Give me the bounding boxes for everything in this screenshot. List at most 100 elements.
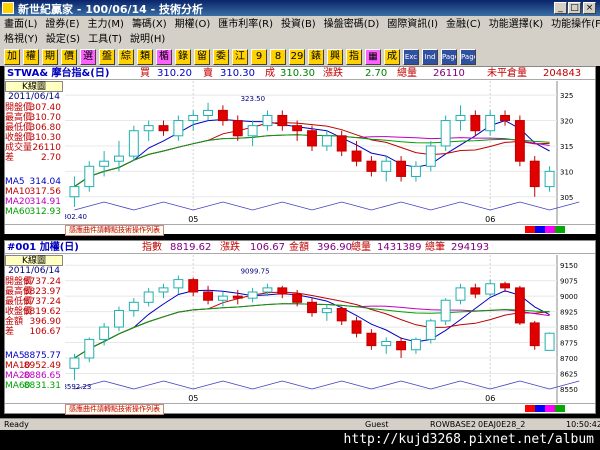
candle-down — [396, 341, 407, 351]
ma-row-ma60: MA60 8831.31 — [5, 381, 63, 391]
menu-item-row1-7[interactable]: 操盤密碼(D) — [324, 17, 380, 32]
candle-down — [232, 120, 243, 137]
toolbar-button-17[interactable]: 興 — [327, 49, 343, 65]
toolbar-button-4[interactable]: 選 — [80, 49, 96, 65]
menu-item-row1-1[interactable]: 證券(E) — [45, 17, 79, 32]
toolbar-button-23[interactable]: Page — [441, 49, 457, 65]
toolbar-button-12[interactable]: 江 — [232, 49, 248, 65]
menu-item-row1-9[interactable]: 金融(C) — [446, 17, 481, 32]
menu-item-row1-3[interactable]: 籌碼(X) — [132, 17, 167, 32]
toolbar-button-0[interactable]: 加 — [4, 49, 20, 65]
x-tick-label: 06 — [485, 215, 495, 224]
candle-up — [425, 320, 436, 340]
quote-row-label: 最低價 — [5, 123, 33, 133]
menu-item-row1-11[interactable]: 功能操作(F) — [551, 17, 600, 32]
toolbar-button-16[interactable]: 錶 — [308, 49, 324, 65]
toolbar-button-20[interactable]: 成 — [384, 49, 400, 65]
candle-down — [514, 120, 525, 162]
toolbar-button-7[interactable]: 類 — [137, 49, 153, 65]
menu-item-row2-3[interactable]: 說明(H) — [130, 32, 165, 47]
quote-row-label: 金額 — [5, 317, 24, 327]
toolbar-button-11[interactable]: 委 — [213, 49, 229, 65]
ma-value: 314.91 — [29, 197, 62, 207]
toolbar-button-3[interactable]: 價 — [61, 49, 77, 65]
toolbar-button-19[interactable]: ▦ — [365, 49, 381, 65]
change-label: 漲跌 — [220, 242, 240, 253]
candle-down — [217, 109, 228, 122]
close-button[interactable]: × — [583, 2, 596, 14]
menu-item-row1-10[interactable]: 功能選擇(K) — [489, 17, 543, 32]
candle-up — [262, 114, 273, 127]
quote-bar-index: #001 加權(日) 指數 8819.62 漲跌 106.67 金額 396.9… — [5, 241, 595, 254]
candle-down — [529, 160, 540, 188]
quote-row-value: 8823.97 — [23, 287, 61, 297]
menu-item-row2-0[interactable]: 格視(Y) — [4, 32, 38, 47]
y-tick-label: 9075 — [560, 278, 578, 286]
menu-item-row1-6[interactable]: 投資(B) — [281, 17, 316, 32]
toolbar-button-9[interactable]: 錄 — [175, 49, 191, 65]
candle-up — [143, 291, 154, 303]
quote-row: 開盤價 8737.24 — [5, 277, 63, 287]
color-legend — [525, 405, 565, 412]
kline-header: K線圖 — [5, 255, 63, 266]
y-tick-label: 9150 — [560, 262, 578, 270]
toolbar-button-18[interactable]: 指 — [346, 49, 362, 65]
candle-down — [292, 293, 303, 303]
candle-up — [410, 338, 421, 351]
toolbar-button-2[interactable]: 期 — [42, 49, 58, 65]
menu-item-row2-1[interactable]: 設定(S) — [46, 32, 80, 47]
candle-down — [351, 150, 362, 162]
index-label: 指數 — [142, 242, 162, 253]
candle-up — [158, 287, 169, 293]
ma-label: MA5 — [5, 177, 25, 187]
ma-value: 312.93 — [29, 207, 62, 217]
toolbar-button-13[interactable]: 9 — [251, 49, 267, 65]
candle-up — [321, 135, 332, 147]
menu-item-row1-0[interactable]: 畫面(L) — [4, 17, 37, 32]
chart-background — [65, 255, 595, 403]
toolbar-button-14[interactable]: 8 — [270, 49, 286, 65]
candle-up — [381, 341, 392, 347]
menu-item-row1-5[interactable]: 匯市利率(R) — [218, 17, 273, 32]
toolbar-button-1[interactable]: 權 — [23, 49, 39, 65]
toolbar-button-5[interactable]: 盤 — [99, 49, 115, 65]
candlestick-chart-futures[interactable]: 325 320 315 310 305 05 06 323.50 302.40 — [65, 81, 595, 224]
y-tick-label: 8625 — [560, 370, 578, 378]
ma-label: MA20 — [5, 197, 31, 207]
candle-up — [188, 114, 199, 122]
candle-down — [232, 295, 243, 299]
quote-row-label: 收盤價 — [5, 133, 33, 143]
quote-row-label: 差 — [5, 327, 15, 337]
menu-item-row1-2[interactable]: 主力(M) — [88, 17, 124, 32]
toolbar-button-24[interactable]: Page — [460, 49, 476, 65]
minimize-button[interactable]: _ — [554, 2, 567, 14]
quote-row-value: 306.80 — [29, 123, 62, 133]
toolbar-button-22[interactable]: Ind — [422, 49, 438, 65]
color-legend — [525, 226, 565, 233]
ma-row-ma20: MA20 314.91 — [5, 197, 63, 207]
candlestick-chart-index[interactable]: 9150 9075 9000 8925 8850 8775 8700 8625 8550 05 06… — [65, 255, 595, 403]
quote-bar-futures: STWA& 摩台指&(日) 買 310.20 賣 310.30 成 310.30… — [5, 67, 595, 80]
toolbar-button-8[interactable]: 楯 — [156, 49, 172, 65]
toolbar-button-15[interactable]: 29 — [289, 49, 305, 65]
toolbar-button-6[interactable]: 綜 — [118, 49, 134, 65]
candle-up — [143, 125, 154, 132]
menu-item-row1-8[interactable]: 國際資訊(I) — [387, 17, 438, 32]
quote-row-value: 307.40 — [29, 103, 62, 113]
ma-value: 317.56 — [29, 187, 62, 197]
candle-up — [99, 326, 110, 340]
toolbar-button-21[interactable]: Exc — [403, 49, 419, 65]
buy-label: 買 — [140, 68, 150, 79]
menu-item-row1-4[interactable]: 期權(O) — [175, 17, 211, 32]
candle-up — [247, 291, 258, 299]
chart-footer-futures: 感應曲件請轉點技術操作列表 — [5, 224, 595, 236]
candle-up — [410, 165, 421, 177]
toolbar-button-10[interactable]: 留 — [194, 49, 210, 65]
quote-row-label: 最高價 — [5, 113, 33, 123]
menu-item-row2-2[interactable]: 工具(T) — [88, 32, 122, 47]
status-host: ROWBASE2 — [430, 420, 476, 429]
quote-row: 金額 396.90 — [5, 317, 63, 327]
maximize-button[interactable]: □ — [568, 2, 581, 14]
chart-panel-index: #001 加權(日) 指數 8819.62 漲跌 106.67 金額 396.9… — [4, 240, 596, 415]
status-code: 0EAJ0E28_2 — [478, 420, 526, 429]
